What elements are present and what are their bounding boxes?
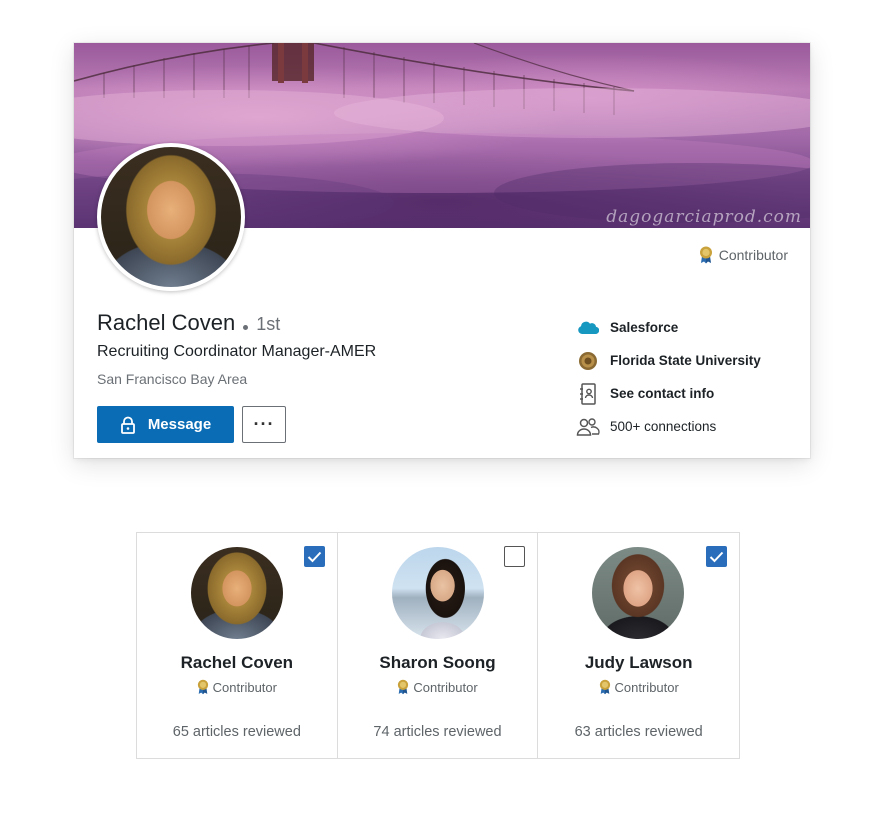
contributor-badge: Contributor [699,246,788,264]
reviewer-card[interactable]: Rachel Coven Contributor 65 articles rev… [137,533,338,758]
message-button[interactable]: Message [97,406,234,443]
reviewer-checkbox-checked[interactable] [706,546,728,567]
connection-degree: 1st [256,314,281,334]
reviewers-panel: Rachel Coven Contributor 65 articles rev… [136,532,740,759]
connections-count: 500+ connections [610,419,717,434]
reviewer-name: Rachel Coven [180,653,294,672]
info-contact[interactable]: See contact info [576,377,761,410]
more-actions-button[interactable]: ··· [242,406,286,443]
separator-dot [243,325,249,330]
reviewer-name: Judy Lawson [584,653,693,672]
contributor-medal-icon [699,246,712,264]
contributor-label: Contributor [718,247,788,263]
name-row: Rachel Coven 1st [97,310,280,336]
profile-info-list: Salesforce Florida State University See … [576,311,761,443]
profile-headline: Recruiting Coordinator Manager-AMER [97,343,377,360]
reviewer-avatar [391,547,484,639]
profile-location: San Francisco Bay Area [97,371,248,387]
info-company[interactable]: Salesforce [576,311,761,344]
school-name: Florida State University [610,353,761,368]
reviewer-checkbox-checked[interactable] [303,546,325,567]
reviewer-badge-label: Contributor [212,679,277,695]
checkmark-icon [307,551,321,562]
more-icon: ··· [253,414,275,434]
articles-reviewed-count: 63 articles reviewed [574,724,703,740]
profile-avatar[interactable] [97,143,245,291]
company-name: Salesforce [610,320,679,335]
articles-reviewed-count: 74 articles reviewed [373,724,502,740]
info-connections[interactable]: 500+ connections [576,410,761,443]
reviewer-checkbox-unchecked[interactable] [504,546,526,567]
profile-card: dagogarciaprod.com Contributor Rachel Co… [74,43,810,458]
contributor-medal-icon [398,679,409,695]
message-button-label: Message [147,416,212,433]
see-contact-info-link: See contact info [610,386,715,401]
reviewer-badge: Contributor [137,679,337,695]
people-icon [576,415,600,439]
salesforce-logo-icon [576,316,600,340]
contributor-medal-icon [197,679,208,695]
reviewer-badge: Contributor [538,679,739,695]
info-school[interactable]: Florida State University [576,344,761,377]
reviewer-badge-label: Contributor [614,679,679,695]
reviewer-avatar [191,547,283,639]
university-seal-icon [576,349,600,373]
reviewer-card[interactable]: Sharon Soong Contributor 74 articles rev… [338,533,539,758]
reviewer-avatar [592,547,685,639]
articles-reviewed-count: 65 articles reviewed [172,724,301,740]
lock-icon [120,416,135,434]
reviewer-card[interactable]: Judy Lawson Contributor 63 articles revi… [538,533,739,758]
checkmark-icon [709,551,724,562]
reviewer-badge-label: Contributor [413,679,478,695]
reviewer-name: Sharon Soong [379,653,496,672]
contributor-medal-icon [599,679,610,695]
profile-name: Rachel Coven [97,310,236,335]
reviewer-badge: Contributor [338,679,538,695]
address-book-icon [576,382,600,406]
banner-watermark: dagogarciaprod.com [606,207,802,227]
